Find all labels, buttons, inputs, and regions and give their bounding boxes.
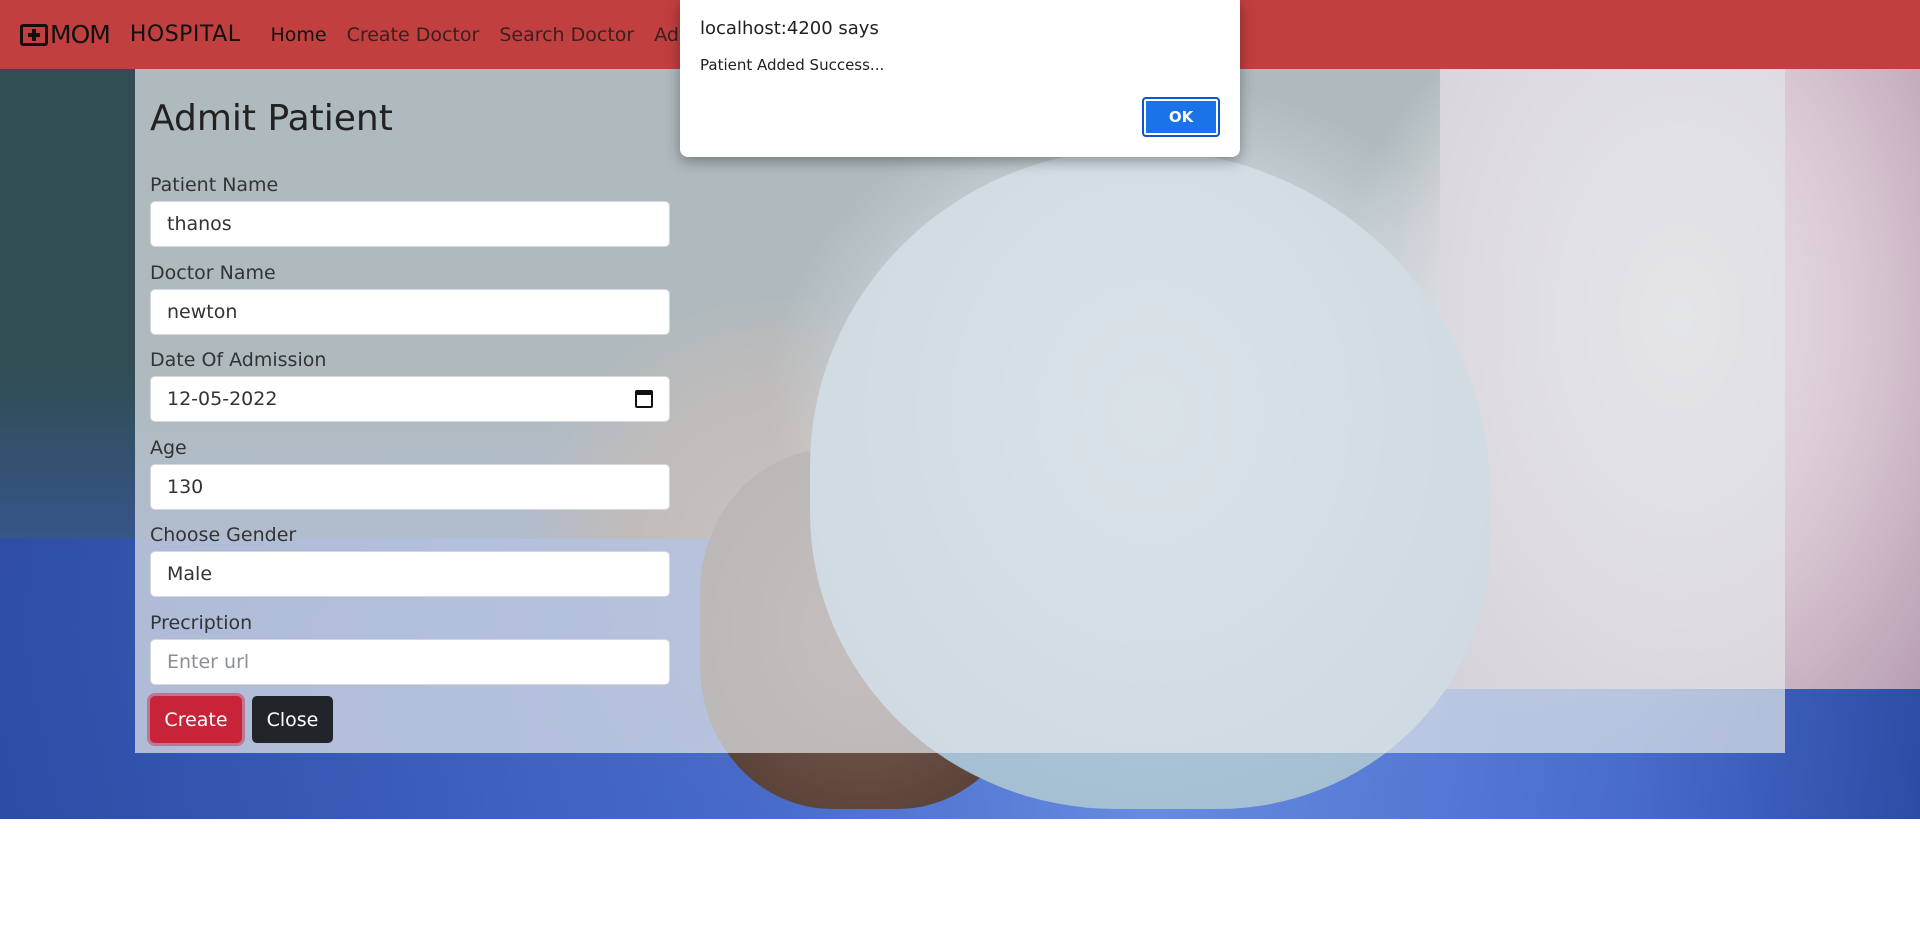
patient-name-input[interactable]: thanos xyxy=(150,201,670,247)
calendar-icon[interactable] xyxy=(635,390,653,408)
ok-button[interactable]: OK xyxy=(1142,97,1220,137)
age-label: Age xyxy=(150,437,187,459)
patient-name-label: Patient Name xyxy=(150,174,279,196)
gender-select[interactable]: Male xyxy=(150,551,670,597)
date-of-admission-input[interactable]: 12-05-2022 xyxy=(150,376,670,422)
brand-name: HOSPITAL xyxy=(129,22,241,47)
form-title: Admit Patient xyxy=(150,98,393,139)
medical-cross-icon xyxy=(20,23,48,46)
doctor-name-input[interactable]: newton xyxy=(150,289,670,335)
nav-links: Home Create Doctor Search Doctor Adm xyxy=(270,24,717,46)
nav-link-create-doctor[interactable]: Create Doctor xyxy=(347,24,480,46)
prescription-label: Precription xyxy=(150,612,253,634)
brand[interactable]: MOM HOSPITAL xyxy=(20,20,241,49)
dialog-title: localhost:4200 says xyxy=(700,18,879,39)
alert-dialog: localhost:4200 says Patient Added Succes… xyxy=(680,0,1240,157)
age-input[interactable]: 130 xyxy=(150,464,670,510)
dialog-message: Patient Added Success... xyxy=(700,56,885,74)
date-value: 12-05-2022 xyxy=(167,388,278,410)
create-button[interactable]: Create xyxy=(150,696,242,743)
nav-link-search-doctor[interactable]: Search Doctor xyxy=(499,24,634,46)
close-button[interactable]: Close xyxy=(252,696,333,743)
nav-link-home[interactable]: Home xyxy=(270,24,326,46)
date-of-admission-label: Date Of Admission xyxy=(150,349,327,371)
hospital-logo-icon: MOM xyxy=(20,20,111,49)
logo-text: MOM xyxy=(50,20,111,49)
gender-label: Choose Gender xyxy=(150,524,297,546)
doctor-name-label: Doctor Name xyxy=(150,262,276,284)
prescription-input[interactable]: Enter url xyxy=(150,639,670,685)
